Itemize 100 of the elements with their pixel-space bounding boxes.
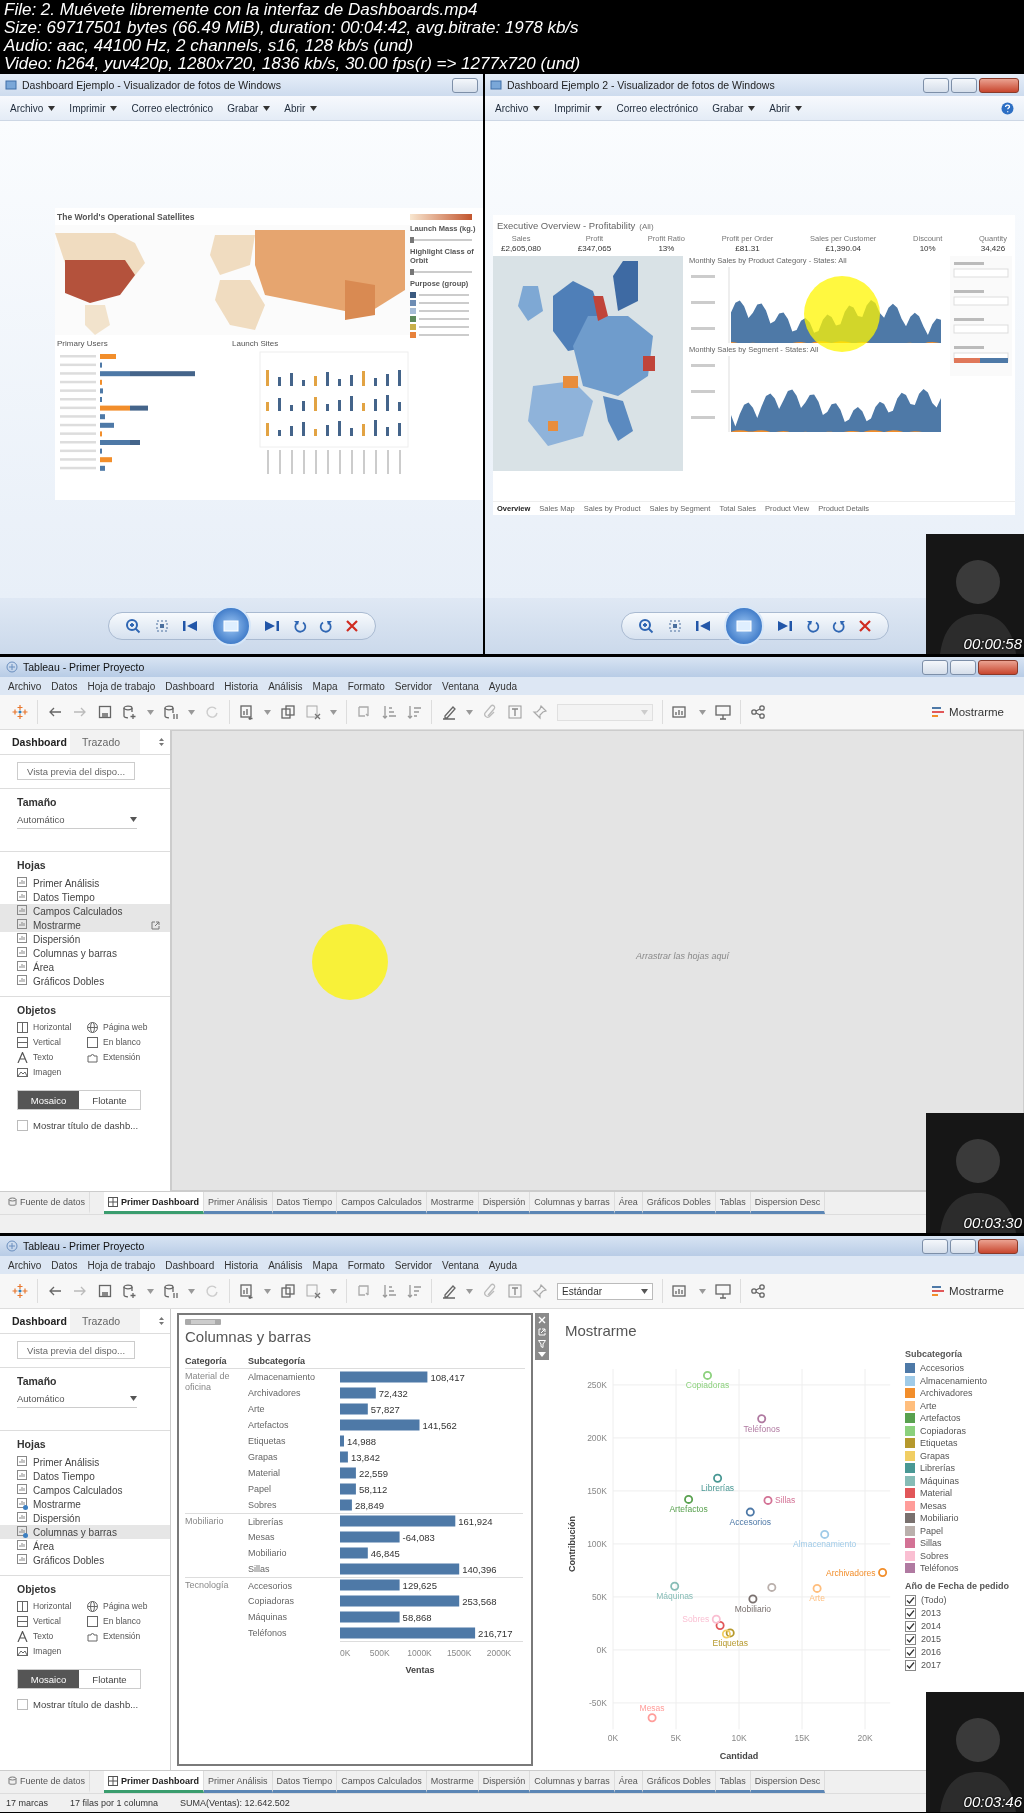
sheet-item[interactable]: Datos Tiempo <box>0 1469 170 1483</box>
sheet-item[interactable]: Área <box>0 1539 170 1553</box>
sheet-item[interactable]: Primer Análisis <box>0 876 170 890</box>
paperclip-icon[interactable] <box>482 704 498 720</box>
checkbox[interactable] <box>17 1699 28 1710</box>
checkbox[interactable] <box>905 1607 916 1619</box>
slideshow-button[interactable] <box>723 606 764 646</box>
sheet-item[interactable]: Gráficos Dobles <box>0 1553 170 1567</box>
drag-handle-icon[interactable] <box>185 1319 221 1325</box>
next-icon[interactable] <box>775 620 794 632</box>
sheet-item[interactable]: Dispersión <box>0 1511 170 1525</box>
sheet-item[interactable]: Área <box>0 960 170 974</box>
menu-item[interactable]: Formato <box>342 1259 390 1271</box>
object-item[interactable]: Vertical <box>17 1036 87 1048</box>
menu-item[interactable]: Correo electrónico <box>131 102 214 114</box>
sheet-item[interactable]: Datos Tiempo <box>0 890 170 904</box>
text-label-icon[interactable] <box>507 704 523 720</box>
pin-icon[interactable] <box>532 704 548 720</box>
sort-ascending-icon[interactable] <box>381 1283 397 1299</box>
menu-item[interactable]: Imprimir <box>554 102 603 114</box>
sort-descending-icon[interactable] <box>406 704 422 720</box>
menu-item[interactable]: Mapa <box>307 1259 343 1271</box>
rotate-left-icon[interactable] <box>805 619 820 633</box>
filter-icon[interactable] <box>538 1340 546 1348</box>
rotate-right-icon[interactable] <box>318 619 333 633</box>
object-item[interactable]: Horizontal <box>17 1600 87 1612</box>
zoom-icon[interactable] <box>124 618 143 634</box>
sheet-tab[interactable]: Primer Dashboard <box>104 1771 205 1793</box>
sheet-tab[interactable]: Primer Dashboard <box>104 1192 205 1214</box>
close-button[interactable] <box>978 1238 1018 1254</box>
menu-item[interactable]: Correo electrónico <box>616 102 699 114</box>
object-item[interactable]: En blanco <box>87 1036 147 1048</box>
tableau-logo-icon[interactable] <box>12 1283 28 1299</box>
previous-icon[interactable] <box>693 620 712 632</box>
save-icon[interactable] <box>97 704 113 720</box>
menu-item[interactable]: Historia <box>219 680 264 692</box>
save-icon[interactable] <box>97 1283 113 1299</box>
menu-item[interactable]: Servidor <box>389 1259 438 1271</box>
menu-item[interactable]: Ventana <box>437 1259 484 1271</box>
highlight-pen-icon[interactable] <box>441 704 457 720</box>
duplicate-sheet-icon[interactable] <box>280 704 296 720</box>
menu-item[interactable]: Ayuda <box>483 680 522 692</box>
presentation-icon[interactable] <box>715 1283 731 1299</box>
layout-toggle[interactable]: Mosaico <box>18 1091 79 1109</box>
size-dropdown[interactable]: Automático <box>17 813 137 829</box>
close-button[interactable] <box>979 77 1019 93</box>
menu-item[interactable]: Dashboard <box>160 1259 220 1271</box>
fit-dropdown[interactable]: Estándar <box>557 1282 653 1300</box>
menu-item[interactable]: Abrir <box>284 102 318 114</box>
next-icon[interactable] <box>262 620 281 632</box>
minimize-button[interactable] <box>922 1238 948 1254</box>
checkbox[interactable] <box>905 1594 916 1606</box>
sheet-item[interactable]: Mostrarme <box>0 918 170 932</box>
menu-item[interactable]: Ayuda <box>483 1259 522 1271</box>
object-item[interactable]: Texto <box>17 1630 87 1642</box>
fit-window-icon[interactable] <box>154 619 169 633</box>
menu-item[interactable]: Imprimir <box>69 102 118 114</box>
checkbox[interactable] <box>905 1659 916 1671</box>
tableau-logo-icon[interactable] <box>12 704 28 720</box>
object-item[interactable]: Horizontal <box>17 1021 87 1033</box>
fit-window-icon[interactable] <box>667 619 682 633</box>
close-icon[interactable] <box>538 1316 546 1324</box>
menu-item[interactable]: Ventana <box>437 680 484 692</box>
checkbox[interactable] <box>905 1633 916 1645</box>
menu-item[interactable]: Archivo <box>495 102 541 114</box>
menu-item[interactable]: Archivo <box>3 680 47 692</box>
presentation-icon[interactable] <box>715 704 731 720</box>
menu-item[interactable]: Mapa <box>307 680 343 692</box>
sheet-item[interactable]: Campos Calculados <box>0 1483 170 1497</box>
panel-options-icon[interactable] <box>159 1317 164 1325</box>
share-icon[interactable] <box>750 704 766 720</box>
minimize-button[interactable] <box>922 659 948 675</box>
rotate-right-icon[interactable] <box>831 619 846 633</box>
menu-item[interactable]: Datos <box>46 680 83 692</box>
data-source-pause-icon[interactable] <box>163 704 179 720</box>
text-label-icon[interactable] <box>507 1283 523 1299</box>
minimize-button[interactable] <box>923 77 949 93</box>
sheet-item[interactable]: Columnas y barras <box>0 946 170 960</box>
sort-ascending-icon[interactable] <box>381 704 397 720</box>
menu-item[interactable]: Hoja de trabajo <box>82 1259 161 1271</box>
delete-icon[interactable] <box>857 619 872 633</box>
checkbox[interactable] <box>905 1646 916 1658</box>
add-data-source-icon[interactable] <box>122 704 138 720</box>
show-me-button[interactable]: Mostrarme <box>924 1282 1012 1300</box>
add-data-source-icon[interactable] <box>122 1283 138 1299</box>
menu-item[interactable]: Análisis <box>263 680 308 692</box>
menu-item[interactable]: Historia <box>219 1259 264 1271</box>
menu-item[interactable]: Datos <box>46 1259 83 1271</box>
menu-item[interactable]: Hoja de trabajo <box>82 680 161 692</box>
sheet-item[interactable]: Mostrarme <box>0 1497 170 1511</box>
slideshow-button[interactable] <box>210 606 251 646</box>
object-item[interactable]: Página web <box>87 1021 147 1033</box>
clear-sheet-icon[interactable] <box>305 704 321 720</box>
object-item[interactable]: Imagen <box>17 1066 87 1078</box>
pin-icon[interactable] <box>532 1283 548 1299</box>
help-icon[interactable] <box>1001 101 1014 115</box>
checkbox[interactable] <box>905 1620 916 1632</box>
menu-item[interactable]: Grabar <box>712 102 756 114</box>
menu-item[interactable]: Análisis <box>263 1259 308 1271</box>
maximize-button[interactable] <box>950 659 976 675</box>
